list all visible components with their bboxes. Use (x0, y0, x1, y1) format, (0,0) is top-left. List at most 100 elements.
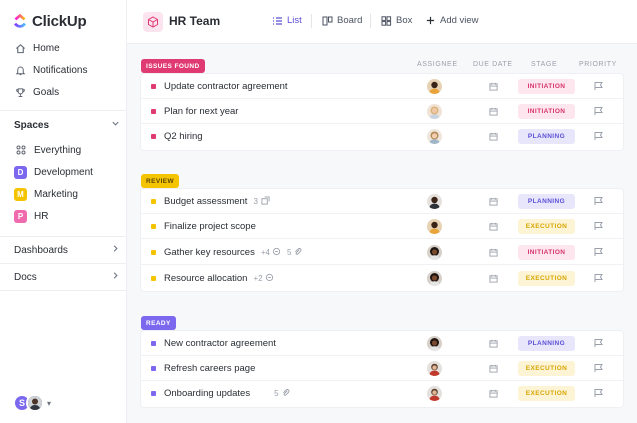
nav-dashboards[interactable]: Dashboards (14, 242, 120, 258)
nav-docs[interactable]: Docs (14, 269, 120, 285)
priority-flag-icon[interactable] (593, 273, 604, 283)
stage-badge[interactable]: INITIATION (518, 245, 575, 260)
calendar-icon[interactable] (489, 197, 498, 206)
stage-badge[interactable]: EXECUTION (518, 219, 575, 234)
sidebar-divider (0, 236, 127, 237)
task-name[interactable]: Budget assessment 3 (164, 196, 270, 207)
calendar-icon[interactable] (489, 132, 498, 141)
space-hr[interactable]: P HR (0, 205, 127, 227)
tab-board[interactable]: Board (322, 15, 362, 26)
task-name[interactable]: Finalize project scope (164, 221, 256, 232)
priority-flag-icon[interactable] (593, 131, 604, 141)
status-dot (151, 134, 156, 139)
cube-icon (143, 12, 163, 32)
column-header-assignee[interactable]: ASSIGNEE (417, 61, 458, 68)
group-ready: New contractor agreement PLANNING Refres… (141, 331, 623, 407)
tab-list[interactable]: List (272, 15, 302, 26)
tab-separator (311, 14, 312, 28)
table-row[interactable]: Q2 hiring PLANNING (141, 124, 623, 149)
table-row[interactable]: Gather key resources +4 5 INITIATION (141, 240, 623, 265)
clickup-logo[interactable]: ClickUp (12, 11, 87, 31)
task-name[interactable]: Update contractor agreement (164, 81, 288, 92)
column-header-stage[interactable]: STAGE (531, 61, 557, 68)
stage-badge[interactable]: EXECUTION (518, 361, 575, 376)
task-name[interactable]: Q2 hiring (164, 131, 203, 142)
task-name[interactable]: Onboarding updates 5 (164, 388, 290, 399)
table-row[interactable]: Update contractor agreement INITIATION (141, 74, 623, 99)
stage-badge[interactable]: PLANNING (518, 194, 575, 209)
sidebar-divider (0, 290, 127, 291)
chevron-down-icon[interactable] (111, 119, 120, 131)
assignee-avatar[interactable] (427, 361, 442, 376)
task-name[interactable]: Resource allocation +2 (164, 273, 274, 284)
space-development[interactable]: D Development (0, 161, 127, 183)
calendar-icon[interactable] (489, 274, 498, 283)
nav-goals[interactable]: Goals (0, 81, 127, 103)
table-row[interactable]: New contractor agreement PLANNING (141, 331, 623, 356)
task-list: ASSIGNEE DUE DATE STAGE PRIORITY ISSUES … (127, 44, 637, 423)
group-label-ready[interactable]: READY (141, 316, 176, 330)
calendar-icon[interactable] (489, 248, 498, 257)
priority-flag-icon[interactable] (593, 81, 604, 91)
assignee-avatar[interactable] (427, 219, 442, 234)
user-menu[interactable]: S ▾ (13, 394, 51, 412)
calendar-icon[interactable] (489, 107, 498, 116)
group-label-review[interactable]: REVIEW (141, 174, 180, 188)
spaces-header[interactable]: Spaces (14, 117, 120, 133)
calendar-icon[interactable] (489, 82, 498, 91)
table-row[interactable]: Resource allocation +2 EXECUTION (141, 266, 623, 291)
table-row[interactable]: Finalize project scope EXECUTION (141, 214, 623, 239)
table-row[interactable]: Budget assessment 3 PLANNING (141, 189, 623, 214)
status-dot (151, 109, 156, 114)
assignee-avatar[interactable] (427, 386, 442, 401)
assignee-avatar[interactable] (427, 79, 442, 94)
priority-flag-icon[interactable] (593, 363, 604, 373)
nav-notifications[interactable]: Notifications (0, 59, 127, 81)
add-view-button[interactable]: Add view (425, 15, 479, 26)
table-row[interactable]: Onboarding updates 5 EXECUTION (141, 381, 623, 406)
column-header-due-date[interactable]: DUE DATE (473, 61, 513, 68)
status-dot (151, 341, 156, 346)
task-name[interactable]: Gather key resources +4 5 (164, 247, 302, 258)
task-name[interactable]: Refresh careers page (164, 363, 255, 374)
stage-badge[interactable]: INITIATION (518, 79, 575, 94)
table-row[interactable]: Plan for next year INITIATION (141, 99, 623, 124)
assignee-avatar[interactable] (427, 271, 442, 286)
priority-flag-icon[interactable] (593, 106, 604, 116)
tab-box[interactable]: Box (381, 15, 412, 26)
bell-icon (14, 64, 26, 76)
paperclip-icon (282, 389, 289, 396)
stage-badge[interactable]: PLANNING (518, 129, 575, 144)
task-name[interactable]: Plan for next year (164, 106, 238, 117)
group-label-issues-found[interactable]: ISSUES FOUND (141, 59, 205, 73)
priority-flag-icon[interactable] (593, 338, 604, 348)
stage-badge[interactable]: EXECUTION (518, 386, 575, 401)
stage-badge[interactable]: PLANNING (518, 336, 575, 351)
calendar-icon[interactable] (489, 364, 498, 373)
calendar-icon[interactable] (489, 339, 498, 348)
assignee-avatar[interactable] (427, 194, 442, 209)
column-header-priority[interactable]: PRIORITY (579, 61, 617, 68)
tab-separator (370, 14, 371, 28)
calendar-icon[interactable] (489, 222, 498, 231)
priority-flag-icon[interactable] (593, 221, 604, 231)
assignee-avatar[interactable] (427, 129, 442, 144)
nav-notifications-label: Notifications (33, 64, 88, 76)
assignee-avatar[interactable] (427, 104, 442, 119)
space-marketing[interactable]: M Marketing (0, 183, 127, 205)
calendar-icon[interactable] (489, 389, 498, 398)
assignee-avatar[interactable] (427, 245, 442, 260)
space-everything[interactable]: Everything (0, 139, 127, 161)
stage-badge[interactable]: INITIATION (518, 104, 575, 119)
space-badge: P (14, 209, 27, 223)
stage-badge[interactable]: EXECUTION (518, 271, 575, 286)
nav-home[interactable]: Home (0, 37, 127, 59)
task-name[interactable]: New contractor agreement (164, 338, 276, 349)
priority-flag-icon[interactable] (593, 196, 604, 206)
priority-flag-icon[interactable] (593, 247, 604, 257)
table-row[interactable]: Refresh careers page EXECUTION (141, 356, 623, 381)
space-badge: D (14, 165, 27, 179)
subtask-count: 3 (253, 197, 258, 206)
assignee-avatar[interactable] (427, 336, 442, 351)
priority-flag-icon[interactable] (593, 388, 604, 398)
